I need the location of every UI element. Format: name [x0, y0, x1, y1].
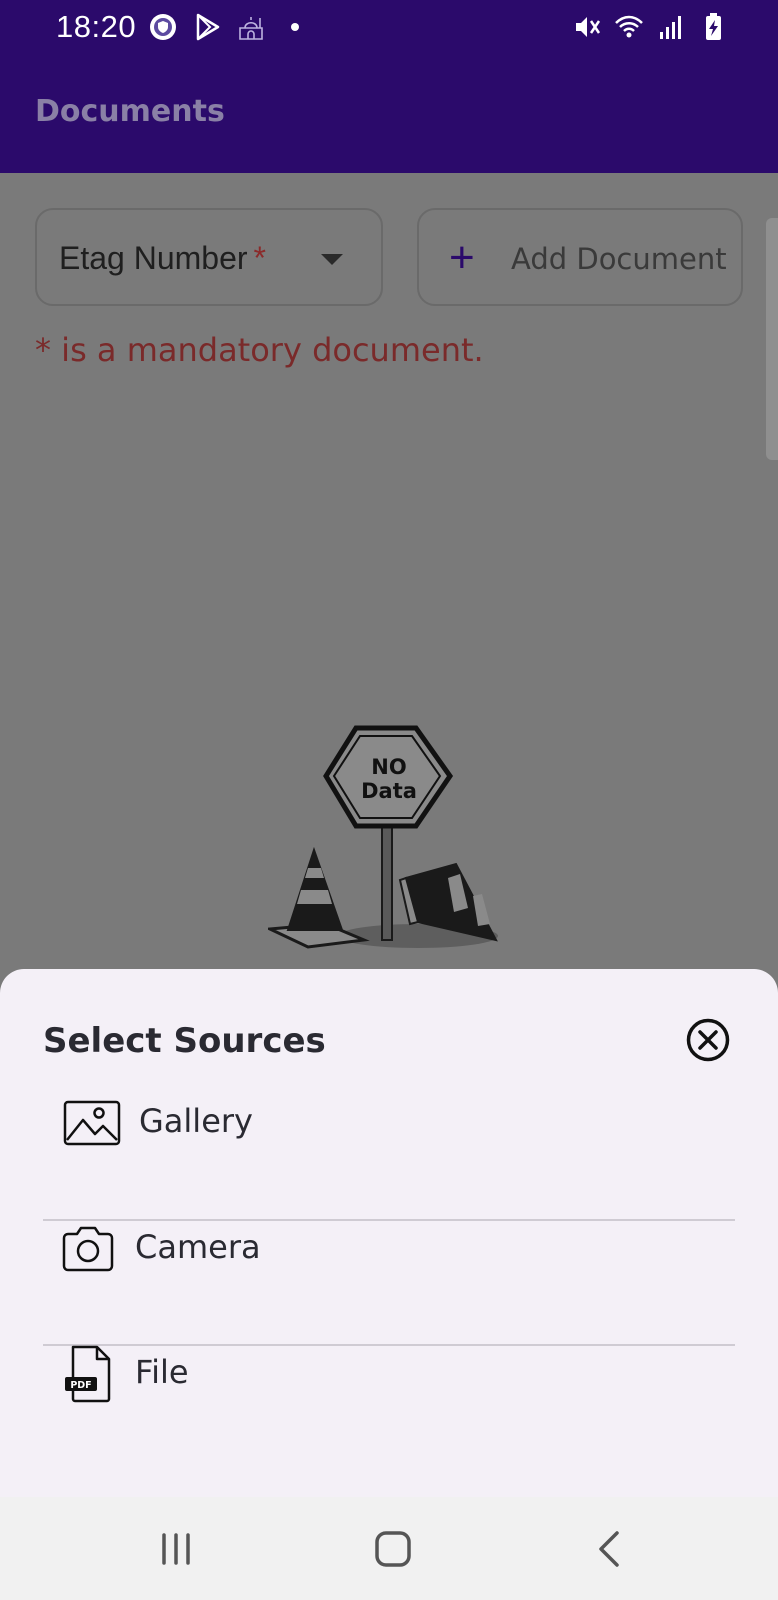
sheet-title: Select Sources [43, 1021, 326, 1061]
mosque-icon [239, 17, 263, 40]
wifi-icon [615, 15, 643, 38]
back-icon[interactable] [589, 1527, 633, 1571]
pdf-file-icon: PDF [65, 1345, 111, 1403]
recents-icon[interactable] [154, 1527, 198, 1571]
close-icon[interactable] [686, 1018, 730, 1062]
document-type-label: Etag Number * [59, 240, 266, 277]
source-option-label: Gallery [139, 1102, 253, 1140]
document-type-value: Etag Number [59, 240, 248, 276]
signal-icon [660, 16, 681, 39]
play-store-icon [196, 13, 220, 41]
required-marker: * [253, 240, 266, 276]
select-sources-sheet: Select Sources Gallery Camera PDF File [0, 969, 778, 1497]
page-title: Documents [35, 94, 225, 129]
status-right-icons [572, 12, 728, 42]
add-document-label: Add Document [511, 242, 727, 276]
plus-icon: + [449, 233, 475, 282]
shield-app-icon [150, 14, 176, 40]
source-option-file[interactable]: PDF File [43, 1311, 735, 1436]
source-option-label: Camera [135, 1228, 261, 1266]
source-option-camera[interactable]: Camera [43, 1186, 735, 1311]
document-type-dropdown[interactable]: Etag Number * [35, 208, 383, 306]
home-icon[interactable] [371, 1527, 415, 1571]
mandatory-note: * is a mandatory document. [35, 331, 484, 369]
source-option-label: File [135, 1353, 189, 1391]
gallery-icon [63, 1100, 121, 1146]
sign-text-line1: NO [371, 755, 406, 779]
left-cone [268, 846, 370, 949]
no-data-illustration: NO Data [268, 725, 498, 949]
mute-icon [576, 17, 601, 37]
app-bar: Documents [0, 56, 778, 173]
add-document-button[interactable]: + Add Document [417, 208, 743, 306]
battery-charging-icon [706, 13, 721, 40]
scrollbar[interactable] [766, 218, 778, 460]
status-time: 18:20 [56, 9, 137, 44]
camera-icon [62, 1226, 114, 1272]
dot-icon [291, 23, 299, 31]
status-bar: 18:20 [0, 0, 778, 56]
dropdown-arrow-icon [321, 254, 343, 265]
sign-text-line2: Data [361, 779, 417, 803]
system-nav-bar [0, 1497, 778, 1600]
sign-pole [381, 822, 393, 941]
source-option-gallery[interactable]: Gallery [43, 1060, 735, 1185]
pdf-badge-text: PDF [70, 1380, 91, 1391]
status-left-icons [148, 12, 310, 42]
